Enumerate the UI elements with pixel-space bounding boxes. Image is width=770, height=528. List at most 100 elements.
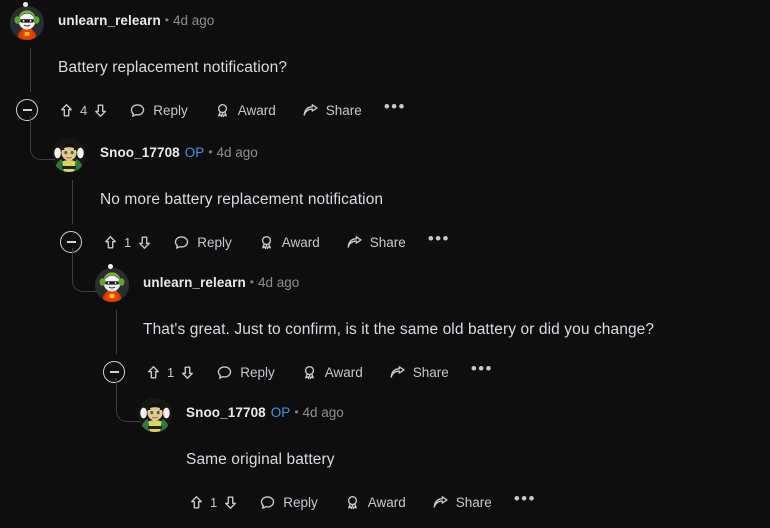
upvote-icon[interactable]: [145, 364, 162, 381]
comment-bubble-icon: [173, 234, 190, 251]
more-options-button[interactable]: •••: [428, 230, 450, 249]
online-indicator-icon: [108, 264, 113, 269]
comment-bubble-icon: [129, 102, 146, 119]
comment-timestamp: 4d ago: [216, 145, 258, 160]
share-button[interactable]: Share: [302, 98, 362, 122]
avatar[interactable]: [138, 398, 172, 432]
reply-button[interactable]: Reply: [173, 230, 232, 254]
reply-button[interactable]: Reply: [129, 98, 188, 122]
vote-group: 1: [145, 364, 196, 381]
minus-icon: [66, 241, 76, 243]
collapse-thread-button[interactable]: [60, 231, 82, 253]
more-options-button[interactable]: •••: [514, 490, 536, 509]
more-options-button[interactable]: •••: [471, 360, 493, 379]
reply-button-label: Reply: [283, 494, 318, 510]
avatar[interactable]: [10, 2, 44, 40]
comment-header: Snoo_17708 OP • 4d ago: [186, 404, 344, 422]
award-medal-icon: [214, 102, 231, 119]
award-button[interactable]: Award: [214, 98, 276, 122]
vote-count: 1: [124, 234, 132, 250]
online-indicator-icon: [23, 2, 28, 7]
avatar[interactable]: [95, 264, 129, 302]
comment-header: Snoo_17708 OP • 4d ago: [100, 144, 258, 162]
thread-line-curve: [30, 124, 55, 160]
award-button[interactable]: Award: [301, 360, 363, 384]
award-button[interactable]: Award: [344, 490, 406, 514]
meta-separator: •: [208, 145, 213, 159]
vote-count: 1: [210, 494, 218, 510]
vote-group: 4: [58, 102, 109, 119]
share-arrow-icon: [389, 364, 406, 381]
comment-thread: unlearn_relearn • 4d ago Battery replacemen…: [0, 0, 770, 528]
share-arrow-icon: [432, 494, 449, 511]
more-options-button[interactable]: •••: [384, 98, 406, 117]
meta-separator: •: [249, 275, 254, 289]
vote-group: 1: [102, 234, 153, 251]
award-medal-icon: [344, 494, 361, 511]
comment-header: unlearn_relearn • 4d ago: [58, 12, 214, 30]
award-button-label: Award: [281, 234, 320, 250]
thread-line: [72, 180, 74, 224]
thread-line: [116, 310, 118, 354]
op-badge: OP: [184, 145, 205, 160]
share-button-label: Share: [369, 234, 406, 250]
author-username[interactable]: unlearn_relearn: [143, 275, 246, 290]
downvote-icon[interactable]: [136, 234, 153, 251]
share-button-label: Share: [325, 102, 362, 118]
award-medal-icon: [301, 364, 318, 381]
thread-line: [30, 48, 32, 92]
vote-count: 1: [167, 364, 175, 380]
comment-body: That's great. Just to confirm, is it the…: [143, 321, 655, 338]
comment-timestamp: 4d ago: [173, 13, 215, 28]
op-badge: OP: [270, 405, 291, 420]
vote-group: 1: [188, 494, 239, 511]
comment-bubble-icon: [259, 494, 276, 511]
share-button[interactable]: Share: [389, 360, 449, 384]
author-username[interactable]: unlearn_relearn: [58, 13, 161, 28]
thread-line-curve: [72, 256, 97, 292]
share-button[interactable]: Share: [432, 490, 492, 514]
collapse-thread-button[interactable]: [16, 99, 38, 121]
minus-icon: [22, 109, 32, 111]
upvote-icon[interactable]: [102, 234, 119, 251]
comment-body: No more battery replacement notification: [100, 191, 384, 208]
author-username[interactable]: Snoo_17708: [100, 145, 180, 160]
share-button[interactable]: Share: [346, 230, 406, 254]
comment-body: Battery replacement notification?: [58, 59, 288, 76]
comment-body: Same original battery: [186, 451, 335, 468]
thread-line-curve: [116, 386, 141, 422]
minus-icon: [109, 371, 119, 373]
share-arrow-icon: [346, 234, 363, 251]
award-button-label: Award: [324, 364, 363, 380]
comment-bubble-icon: [216, 364, 233, 381]
comment-header: unlearn_relearn • 4d ago: [143, 274, 299, 292]
downvote-icon[interactable]: [222, 494, 239, 511]
upvote-icon[interactable]: [188, 494, 205, 511]
reply-button[interactable]: Reply: [216, 360, 275, 384]
reply-button-label: Reply: [240, 364, 275, 380]
downvote-icon[interactable]: [179, 364, 196, 381]
comment-timestamp: 4d ago: [258, 275, 300, 290]
share-button-label: Share: [455, 494, 492, 510]
thread-line: [116, 378, 118, 386]
reply-button[interactable]: Reply: [259, 490, 318, 514]
share-arrow-icon: [302, 102, 319, 119]
award-button-label: Award: [367, 494, 406, 510]
comment-action-bar: 1 Reply Award Share •••: [103, 360, 493, 384]
award-button[interactable]: Award: [258, 230, 320, 254]
comment-action-bar: 1 Reply Award Share •••: [188, 490, 536, 514]
downvote-icon[interactable]: [92, 102, 109, 119]
comment-action-bar: 1 Reply Award Share •••: [60, 230, 450, 254]
avatar[interactable]: [52, 138, 86, 172]
thread-line: [72, 248, 74, 256]
upvote-icon[interactable]: [58, 102, 75, 119]
share-button-label: Share: [412, 364, 449, 380]
collapse-thread-button[interactable]: [103, 361, 125, 383]
vote-count: 4: [80, 102, 88, 118]
award-button-label: Award: [237, 102, 276, 118]
author-username[interactable]: Snoo_17708: [186, 405, 266, 420]
comment-timestamp: 4d ago: [302, 405, 344, 420]
meta-separator: •: [164, 13, 169, 27]
award-medal-icon: [258, 234, 275, 251]
meta-separator: •: [294, 405, 299, 419]
